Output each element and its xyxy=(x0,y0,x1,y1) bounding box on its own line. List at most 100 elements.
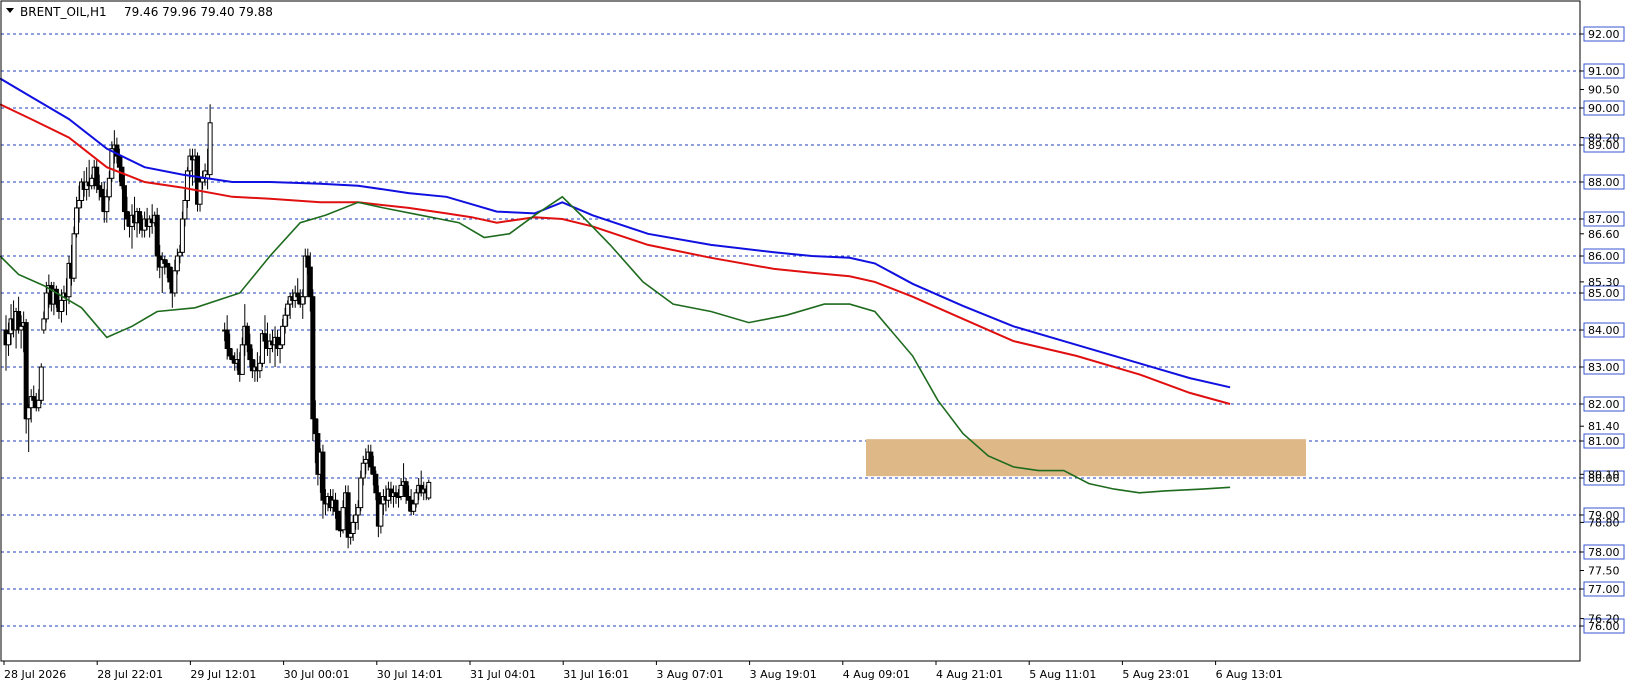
candle-body xyxy=(76,200,82,209)
candle-body xyxy=(393,492,399,497)
candle-body xyxy=(200,177,206,183)
candle-body xyxy=(295,292,301,298)
price-level-label: 82.00 xyxy=(1588,398,1620,411)
candle-body xyxy=(277,344,283,349)
candle-body xyxy=(6,333,12,346)
candle-body xyxy=(182,200,188,220)
candle-body xyxy=(197,181,203,205)
candle xyxy=(71,226,77,282)
candle-body xyxy=(174,255,180,272)
candle-body xyxy=(164,262,170,268)
candle-body xyxy=(137,211,143,224)
price-chart[interactable]: 92.0091.0090.0089.0088.0087.0086.0085.00… xyxy=(0,0,1626,684)
candle-body xyxy=(162,259,168,264)
price-level-label: 90.00 xyxy=(1588,102,1620,115)
candle-body xyxy=(227,348,233,357)
candle-body xyxy=(358,477,364,509)
ohlc-values: 79.46 79.96 79.40 79.88 xyxy=(124,5,273,19)
price-tick-label: 78.80 xyxy=(1588,516,1620,529)
candle-body xyxy=(239,344,245,375)
candle-body xyxy=(406,496,412,501)
candle-body xyxy=(71,233,77,279)
price-tick-label: 85.30 xyxy=(1588,276,1620,289)
candle-body xyxy=(96,185,102,190)
candle-body xyxy=(229,355,235,361)
candle-body xyxy=(348,533,354,538)
time-label: 5 Aug 23:01 xyxy=(1122,668,1189,681)
candle-body xyxy=(368,451,374,468)
price-tick-label: 86.60 xyxy=(1588,228,1620,241)
candle-body xyxy=(41,318,47,331)
candle-body xyxy=(350,521,356,535)
candle-body xyxy=(282,314,288,327)
candle-body xyxy=(74,207,80,235)
candle-body xyxy=(310,296,316,420)
time-label: 3 Aug 07:01 xyxy=(656,668,723,681)
candle xyxy=(426,479,432,501)
time-label: 31 Jul 04:01 xyxy=(470,668,536,681)
candle-body xyxy=(172,270,178,294)
candle-body xyxy=(262,333,268,342)
candle-body xyxy=(244,325,250,346)
price-tick-label: 81.40 xyxy=(1588,420,1620,433)
resistance-zone xyxy=(866,439,1306,477)
candle-body xyxy=(345,492,351,538)
candle-body xyxy=(38,366,44,401)
time-label: 28 Jul 2026 xyxy=(4,668,66,681)
candle-body xyxy=(116,155,122,168)
candle-body xyxy=(31,396,37,401)
price-level-label: 91.00 xyxy=(1588,65,1620,78)
price-level-label: 92.00 xyxy=(1588,28,1620,41)
candle-body xyxy=(333,499,339,512)
candle-body xyxy=(104,196,110,213)
price-tick-label: 80.10 xyxy=(1588,468,1620,481)
candle-body xyxy=(119,166,125,187)
candle-body xyxy=(370,466,376,475)
time-label: 3 Aug 19:01 xyxy=(750,668,817,681)
candle-body xyxy=(257,362,263,372)
candle-body xyxy=(177,251,183,257)
candle-body xyxy=(398,484,404,497)
price-level-label: 87.00 xyxy=(1588,213,1620,226)
candle-body xyxy=(411,503,417,512)
candle-body xyxy=(179,218,185,253)
price-level-label: 86.00 xyxy=(1588,250,1620,263)
candle-body xyxy=(43,292,49,320)
candle xyxy=(310,289,316,441)
candle-body xyxy=(340,507,346,531)
price-tick-label: 77.50 xyxy=(1588,565,1620,578)
time-label: 30 Jul 14:01 xyxy=(377,668,443,681)
candle-body xyxy=(305,255,311,268)
price-level-label: 83.00 xyxy=(1588,361,1620,374)
price-level-label: 84.00 xyxy=(1588,324,1620,337)
price-level-label: 81.00 xyxy=(1588,435,1620,448)
time-label: 29 Jul 12:01 xyxy=(190,668,256,681)
price-tick-label: 89.20 xyxy=(1588,132,1620,145)
price-level-label: 77.00 xyxy=(1588,583,1620,596)
time-label: 4 Aug 21:01 xyxy=(936,668,1003,681)
candle-body xyxy=(355,507,361,516)
candle-body xyxy=(426,481,432,499)
candle-body xyxy=(154,214,160,257)
candle-body xyxy=(363,459,369,464)
candle-body xyxy=(23,322,29,420)
time-label: 4 Aug 09:01 xyxy=(843,668,910,681)
candle-body xyxy=(167,266,173,283)
candle-body xyxy=(99,188,105,198)
candle-body xyxy=(124,211,130,220)
time-label: 5 Aug 11:01 xyxy=(1029,668,1096,681)
candle xyxy=(38,363,44,404)
candle-body xyxy=(121,185,127,213)
candle-body xyxy=(378,503,384,527)
time-label: 6 Aug 13:01 xyxy=(1216,668,1283,681)
candle-body xyxy=(285,303,291,316)
chart-header: BRENT_OIL,H1 79.46 79.96 79.40 79.88 xyxy=(6,5,273,19)
candle-body xyxy=(307,266,313,298)
candle-body xyxy=(94,166,100,187)
price-level-label: 78.00 xyxy=(1588,546,1620,559)
symbol-timeframe: BRENT_OIL,H1 xyxy=(20,5,107,19)
candle-body xyxy=(373,473,379,494)
candle-body xyxy=(413,492,419,505)
time-label: 30 Jul 00:01 xyxy=(284,668,350,681)
candle-body xyxy=(353,514,359,523)
